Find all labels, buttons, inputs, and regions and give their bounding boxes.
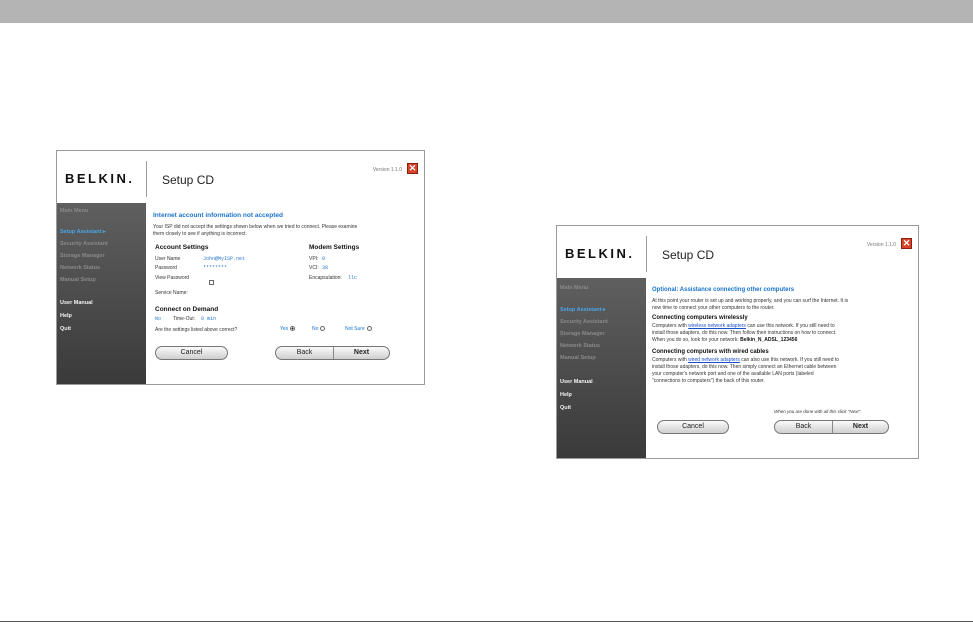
wired-text-line4: "connections to computers") the back of … bbox=[652, 378, 765, 384]
sidebar-item-help[interactable]: Help bbox=[60, 313, 72, 319]
timeout-value: 0 min bbox=[201, 316, 217, 322]
sidebar-item-storage-manager[interactable]: Storage Manager bbox=[60, 253, 105, 259]
sidebar-item-user-manual[interactable]: User Manual bbox=[60, 300, 93, 306]
cancel-button[interactable]: Cancel bbox=[155, 346, 228, 360]
answer-not-sure[interactable]: Not Sure bbox=[345, 326, 372, 332]
window-header: BELKIN. Setup CD Version 1.1.0 ✕ bbox=[57, 151, 424, 203]
header-divider bbox=[646, 236, 647, 272]
sidebar-item-manual-setup[interactable]: Manual Setup bbox=[60, 277, 96, 283]
service-name-label: Service Name: bbox=[155, 290, 188, 296]
close-icon[interactable]: ✕ bbox=[407, 163, 418, 174]
connect-on-demand-title: Connect on Demand bbox=[155, 306, 219, 313]
back-button[interactable]: Back bbox=[276, 347, 333, 359]
answer-no[interactable]: No bbox=[312, 326, 326, 332]
sidebar-item-network-status[interactable]: Network Status bbox=[60, 265, 100, 271]
answer-yes[interactable]: Yes bbox=[280, 326, 296, 332]
back-next-button-group: Back Next bbox=[275, 346, 390, 360]
close-icon[interactable]: ✕ bbox=[901, 238, 912, 249]
sidebar-item-setup-assistant[interactable]: Setup Assistant ▸ bbox=[60, 229, 106, 235]
sidebar-item-main-menu[interactable]: Main Menu bbox=[60, 208, 88, 214]
vpi-label: VPI: bbox=[309, 256, 319, 262]
sidebar-item-manual-setup[interactable]: Manual Setup bbox=[560, 355, 596, 361]
wired-text-line3: your computer's network port and one of … bbox=[652, 371, 814, 377]
window-title: Setup CD bbox=[662, 248, 715, 262]
sidebar-item-quit[interactable]: Quit bbox=[560, 405, 571, 411]
intro-text-line2: them closely to see if anything is incor… bbox=[153, 231, 247, 237]
sidebar-item-help[interactable]: Help bbox=[560, 392, 572, 398]
back-next-button-group: Back Next bbox=[774, 420, 889, 434]
belkin-logo: BELKIN. bbox=[65, 171, 135, 186]
intro-text-line1: Your ISP did not accept the settings sho… bbox=[153, 224, 358, 230]
wireless-section-title: Connecting computers wirelessly bbox=[652, 315, 748, 321]
wired-text-line1: Computers with wired network adapters ca… bbox=[652, 357, 840, 363]
sidebar-item-security-assistant[interactable]: Security Assistant bbox=[60, 241, 108, 247]
intro-text-line1: At this point your router is set up and … bbox=[652, 298, 849, 304]
radio-no[interactable] bbox=[320, 326, 326, 332]
page-heading: Internet account information not accepte… bbox=[153, 212, 284, 219]
wired-section-title: Connecting computers with wired cables bbox=[652, 349, 769, 355]
sidebar-item-network-status[interactable]: Network Status bbox=[560, 343, 600, 349]
encapsulation-label: Encapsulation: bbox=[309, 275, 342, 281]
top-gray-bar bbox=[0, 0, 973, 23]
connect-on-demand-value: No bbox=[155, 316, 162, 322]
username-value: John@MyISP.net bbox=[203, 256, 246, 262]
network-name: Belkin_N_ADSL_123456 bbox=[740, 337, 798, 343]
window-header: BELKIN. Setup CD Version 1.1.0 ✕ bbox=[557, 226, 918, 278]
sidebar-item-main-menu[interactable]: Main Menu bbox=[560, 285, 588, 291]
version-label: Version 1.1.0 bbox=[372, 167, 402, 173]
password-label: Password bbox=[155, 265, 177, 271]
wireless-adapters-link[interactable]: wireless network adapters bbox=[688, 323, 746, 329]
done-note: When you are done with all this click "N… bbox=[774, 409, 862, 414]
bottom-rule bbox=[0, 621, 973, 622]
encapsulation-value: llc bbox=[348, 275, 358, 281]
setup-window-account-error: BELKIN. Setup CD Version 1.1.0 ✕ Main Me… bbox=[56, 150, 425, 385]
account-settings-title: Account Settings bbox=[155, 244, 209, 251]
vci-label: VCI: bbox=[309, 265, 319, 271]
window-title: Setup CD bbox=[162, 173, 215, 187]
password-value: ******** bbox=[203, 265, 228, 271]
header-divider bbox=[146, 161, 147, 197]
next-button[interactable]: Next bbox=[334, 347, 389, 359]
sidebar: Main Menu Setup Assistant ▸ Security Ass… bbox=[57, 203, 146, 384]
radio-yes[interactable] bbox=[290, 326, 296, 332]
sidebar-item-quit[interactable]: Quit bbox=[60, 326, 71, 332]
sidebar-item-security-assistant[interactable]: Security Assistant bbox=[560, 319, 608, 325]
wireless-text-line3: When you do so, look for your network: B… bbox=[652, 337, 798, 343]
username-label: User Name bbox=[155, 256, 181, 262]
sidebar-item-setup-assistant[interactable]: Setup Assistant ▸ bbox=[560, 307, 606, 313]
page-heading: Optional: Assistance connecting other co… bbox=[652, 287, 795, 293]
vpi-value: 0 bbox=[322, 256, 326, 262]
timeout-label: Time-Out: bbox=[173, 316, 196, 322]
vci-value: 38 bbox=[322, 265, 329, 271]
main-content: Internet account information not accepte… bbox=[146, 203, 424, 384]
radio-not-sure[interactable] bbox=[366, 326, 372, 332]
wired-text-line2: install those adapters, do this now. The… bbox=[652, 364, 837, 370]
setup-window-connect-computers: BELKIN. Setup CD Version 1.1.0 ✕ Main Me… bbox=[556, 225, 919, 459]
sidebar-item-user-manual[interactable]: User Manual bbox=[560, 379, 593, 385]
view-password-label: View Password bbox=[155, 275, 190, 281]
belkin-logo: BELKIN. bbox=[565, 246, 635, 261]
wireless-text-line1: Computers with wireless network adapters… bbox=[652, 323, 835, 329]
version-label: Version 1.1.0 bbox=[866, 242, 896, 248]
view-password-checkbox[interactable] bbox=[209, 280, 214, 286]
main-content: Optional: Assistance connecting other co… bbox=[646, 278, 918, 458]
sidebar-item-storage-manager[interactable]: Storage Manager bbox=[560, 331, 605, 337]
back-button[interactable]: Back bbox=[775, 421, 832, 433]
cancel-button[interactable]: Cancel bbox=[657, 420, 729, 434]
wired-adapters-link[interactable]: wired network adapters bbox=[688, 357, 740, 363]
sidebar: Main Menu Setup Assistant ▸ Security Ass… bbox=[557, 278, 646, 458]
intro-text-line2: now time to connect your other computers… bbox=[652, 305, 775, 311]
settings-correct-question: Are the settings listed above correct? bbox=[155, 327, 238, 333]
wireless-text-line2: install those adapters, do this now. The… bbox=[652, 330, 837, 336]
modem-settings-title: Modem Settings bbox=[309, 244, 360, 251]
next-button[interactable]: Next bbox=[833, 421, 888, 433]
